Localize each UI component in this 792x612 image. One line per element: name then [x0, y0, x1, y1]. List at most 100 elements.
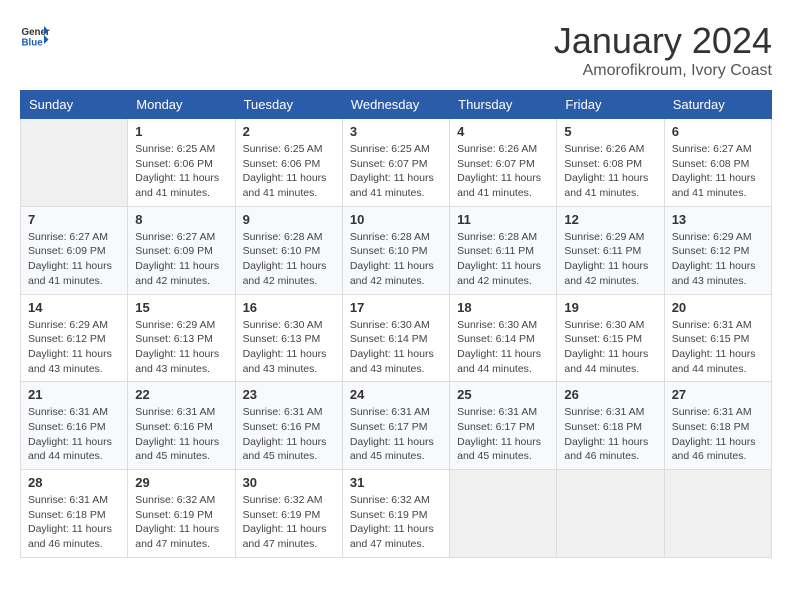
day-number: 18: [457, 300, 549, 315]
calendar-cell: 4 Sunrise: 6:26 AMSunset: 6:07 PMDaylight…: [450, 119, 557, 207]
calendar-cell: 17Sunrise: 6:30 AMSunset: 6:14 PMDayligh…: [342, 294, 449, 382]
calendar-cell: 27 Sunrise: 6:31 AMSunset: 6:18 PMDayligh…: [664, 382, 771, 470]
calendar-cell: 8Sunrise: 6:27 AMSunset: 6:09 PMDaylight…: [128, 206, 235, 294]
calendar-cell: 9 Sunrise: 6:28 AMSunset: 6:10 PMDaylight…: [235, 206, 342, 294]
col-header-monday: Monday: [128, 91, 235, 119]
day-info: Sunrise: 6:28 AMSunset: 6:10 PMDaylight:…: [243, 230, 335, 289]
day-number: 11: [457, 212, 549, 227]
day-number: 25: [457, 387, 549, 402]
calendar-cell: 6Sunrise: 6:27 AMSunset: 6:08 PMDaylight…: [664, 119, 771, 207]
day-info: Sunrise: 6:29 AMSunset: 6:12 PMDaylight:…: [28, 318, 120, 377]
calendar-cell: 14 Sunrise: 6:29 AMSunset: 6:12 PMDayligh…: [21, 294, 128, 382]
svg-text:Blue: Blue: [22, 38, 44, 49]
col-header-sunday: Sunday: [21, 91, 128, 119]
day-number: 3: [350, 124, 442, 139]
day-number: 9: [243, 212, 335, 227]
day-info: Sunrise: 6:32 AMSunset: 6:19 PMDaylight:…: [350, 493, 442, 552]
calendar-week-2: 7 Sunrise: 6:27 AMSunset: 6:09 PMDaylight…: [21, 206, 772, 294]
day-number: 7: [28, 212, 120, 227]
day-info: Sunrise: 6:31 AMSunset: 6:18 PMDaylight:…: [28, 493, 120, 552]
day-info: Sunrise: 6:27 AMSunset: 6:09 PMDaylight:…: [28, 230, 120, 289]
day-number: 27: [672, 387, 764, 402]
calendar-week-1: 1Sunrise: 6:25 AMSunset: 6:06 PMDaylight…: [21, 119, 772, 207]
day-info: Sunrise: 6:31 AMSunset: 6:17 PMDaylight:…: [350, 405, 442, 464]
day-number: 2: [243, 124, 335, 139]
calendar-cell: [450, 470, 557, 558]
day-info: Sunrise: 6:31 AMSunset: 6:18 PMDaylight:…: [564, 405, 656, 464]
page-header: General Blue January 2024 Amorofikroum, …: [20, 20, 772, 80]
day-number: 14: [28, 300, 120, 315]
calendar-week-5: 28Sunrise: 6:31 AMSunset: 6:18 PMDayligh…: [21, 470, 772, 558]
day-info: Sunrise: 6:26 AMSunset: 6:08 PMDaylight:…: [564, 142, 656, 201]
day-info: Sunrise: 6:28 AMSunset: 6:11 PMDaylight:…: [457, 230, 549, 289]
calendar-cell: 25 Sunrise: 6:31 AMSunset: 6:17 PMDayligh…: [450, 382, 557, 470]
day-info: Sunrise: 6:25 AMSunset: 6:07 PMDaylight:…: [350, 142, 442, 201]
day-number: 12: [564, 212, 656, 227]
month-title: January 2024: [554, 20, 772, 62]
col-header-friday: Friday: [557, 91, 664, 119]
day-number: 30: [243, 475, 335, 490]
day-number: 22: [135, 387, 227, 402]
day-info: Sunrise: 6:31 AMSunset: 6:15 PMDaylight:…: [672, 318, 764, 377]
day-info: Sunrise: 6:29 AMSunset: 6:12 PMDaylight:…: [672, 230, 764, 289]
calendar-cell: 16Sunrise: 6:30 AMSunset: 6:13 PMDayligh…: [235, 294, 342, 382]
calendar-cell: 31 Sunrise: 6:32 AMSunset: 6:19 PMDayligh…: [342, 470, 449, 558]
logo: General Blue: [20, 20, 50, 50]
calendar-cell: 1Sunrise: 6:25 AMSunset: 6:06 PMDaylight…: [128, 119, 235, 207]
calendar-cell: 3 Sunrise: 6:25 AMSunset: 6:07 PMDaylight…: [342, 119, 449, 207]
calendar-cell: 28Sunrise: 6:31 AMSunset: 6:18 PMDayligh…: [21, 470, 128, 558]
calendar-cell: 7 Sunrise: 6:27 AMSunset: 6:09 PMDaylight…: [21, 206, 128, 294]
calendar-body: 1Sunrise: 6:25 AMSunset: 6:06 PMDaylight…: [21, 119, 772, 558]
calendar-cell: [21, 119, 128, 207]
day-info: Sunrise: 6:31 AMSunset: 6:16 PMDaylight:…: [243, 405, 335, 464]
day-number: 20: [672, 300, 764, 315]
col-header-saturday: Saturday: [664, 91, 771, 119]
day-number: 26: [564, 387, 656, 402]
day-number: 4: [457, 124, 549, 139]
logo-icon: General Blue: [20, 20, 50, 50]
calendar-cell: 5 Sunrise: 6:26 AMSunset: 6:08 PMDaylight…: [557, 119, 664, 207]
day-info: Sunrise: 6:26 AMSunset: 6:07 PMDaylight:…: [457, 142, 549, 201]
calendar-cell: 12 Sunrise: 6:29 AMSunset: 6:11 PMDayligh…: [557, 206, 664, 294]
day-info: Sunrise: 6:31 AMSunset: 6:18 PMDaylight:…: [672, 405, 764, 464]
calendar-cell: 11 Sunrise: 6:28 AMSunset: 6:11 PMDayligh…: [450, 206, 557, 294]
day-number: 17: [350, 300, 442, 315]
day-info: Sunrise: 6:31 AMSunset: 6:17 PMDaylight:…: [457, 405, 549, 464]
title-block: January 2024 Amorofikroum, Ivory Coast: [554, 20, 772, 80]
day-info: Sunrise: 6:31 AMSunset: 6:16 PMDaylight:…: [135, 405, 227, 464]
location-subtitle: Amorofikroum, Ivory Coast: [554, 62, 772, 80]
day-info: Sunrise: 6:27 AMSunset: 6:08 PMDaylight:…: [672, 142, 764, 201]
calendar-week-4: 21 Sunrise: 6:31 AMSunset: 6:16 PMDayligh…: [21, 382, 772, 470]
calendar-cell: 20 Sunrise: 6:31 AMSunset: 6:15 PMDayligh…: [664, 294, 771, 382]
calendar-cell: [557, 470, 664, 558]
calendar-cell: 18Sunrise: 6:30 AMSunset: 6:14 PMDayligh…: [450, 294, 557, 382]
day-info: Sunrise: 6:32 AMSunset: 6:19 PMDaylight:…: [135, 493, 227, 552]
day-info: Sunrise: 6:31 AMSunset: 6:16 PMDaylight:…: [28, 405, 120, 464]
day-number: 1: [135, 124, 227, 139]
day-number: 15: [135, 300, 227, 315]
day-number: 10: [350, 212, 442, 227]
calendar-cell: 2Sunrise: 6:25 AMSunset: 6:06 PMDaylight…: [235, 119, 342, 207]
day-number: 13: [672, 212, 764, 227]
day-info: Sunrise: 6:32 AMSunset: 6:19 PMDaylight:…: [243, 493, 335, 552]
calendar-cell: 24 Sunrise: 6:31 AMSunset: 6:17 PMDayligh…: [342, 382, 449, 470]
day-info: Sunrise: 6:27 AMSunset: 6:09 PMDaylight:…: [135, 230, 227, 289]
calendar-week-3: 14 Sunrise: 6:29 AMSunset: 6:12 PMDayligh…: [21, 294, 772, 382]
day-number: 21: [28, 387, 120, 402]
calendar-cell: 21 Sunrise: 6:31 AMSunset: 6:16 PMDayligh…: [21, 382, 128, 470]
day-number: 31: [350, 475, 442, 490]
calendar-cell: 22 Sunrise: 6:31 AMSunset: 6:16 PMDayligh…: [128, 382, 235, 470]
day-info: Sunrise: 6:29 AMSunset: 6:11 PMDaylight:…: [564, 230, 656, 289]
day-number: 19: [564, 300, 656, 315]
day-number: 5: [564, 124, 656, 139]
day-number: 24: [350, 387, 442, 402]
day-number: 29: [135, 475, 227, 490]
calendar-table: SundayMondayTuesdayWednesdayThursdayFrid…: [20, 90, 772, 558]
col-header-wednesday: Wednesday: [342, 91, 449, 119]
calendar-cell: 15Sunrise: 6:29 AMSunset: 6:13 PMDayligh…: [128, 294, 235, 382]
col-header-tuesday: Tuesday: [235, 91, 342, 119]
col-header-thursday: Thursday: [450, 91, 557, 119]
calendar-cell: 19Sunrise: 6:30 AMSunset: 6:15 PMDayligh…: [557, 294, 664, 382]
calendar-cell: 29 Sunrise: 6:32 AMSunset: 6:19 PMDayligh…: [128, 470, 235, 558]
day-info: Sunrise: 6:30 AMSunset: 6:13 PMDaylight:…: [243, 318, 335, 377]
